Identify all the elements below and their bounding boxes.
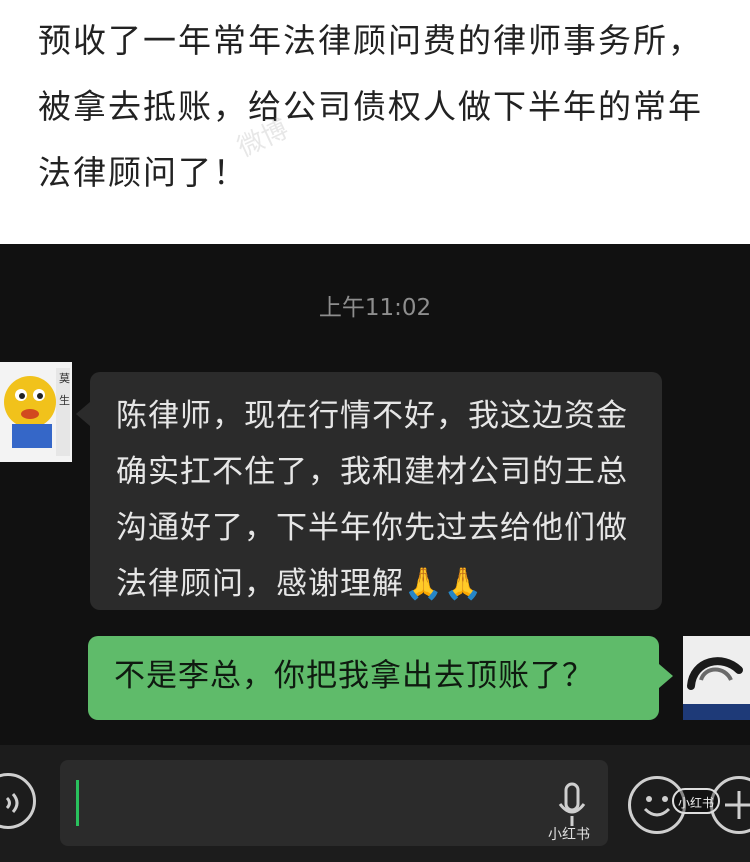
post-caption-area: 预收了一年常年法律顾问费的律师事务所，被拿去抵账，给公司债权人做下半年的常年法律… [0, 0, 750, 244]
xiaohongshu-watermark-text: 小红书 [548, 827, 590, 843]
outgoing-message-text: 不是李总，你把我拿出去顶账了？ [114, 658, 594, 694]
outgoing-message-bubble[interactable]: 不是李总，你把我拿出去顶账了？ [88, 636, 673, 720]
microphone-icon[interactable] [556, 782, 588, 830]
sender-avatar-image: 莫 生 [0, 362, 72, 462]
user-avatar[interactable] [683, 636, 750, 720]
message-timestamp: 上午11:02 [318, 295, 432, 321]
sender-avatar[interactable]: 莫 生 [0, 362, 72, 462]
xiaohongshu-watermark-badge: 小红书 [672, 788, 720, 814]
svg-text:莫: 莫 [59, 372, 70, 385]
message-input[interactable] [60, 760, 608, 846]
text-cursor [76, 780, 79, 826]
incoming-message-bubble[interactable]: 陈律师，现在行情不好，我这边资金确实扛不住了，我和建材公司的王总沟通好了，下半年… [76, 372, 662, 610]
user-avatar-image [683, 636, 750, 720]
incoming-message-text: 陈律师，现在行情不好，我这边资金确实扛不住了，我和建材公司的王总沟通好了，下半年… [116, 398, 628, 602]
post-caption-text: 预收了一年常年法律顾问费的律师事务所，被拿去抵账，给公司债权人做下半年的常年法律… [38, 21, 703, 192]
svg-text:生: 生 [59, 393, 70, 407]
